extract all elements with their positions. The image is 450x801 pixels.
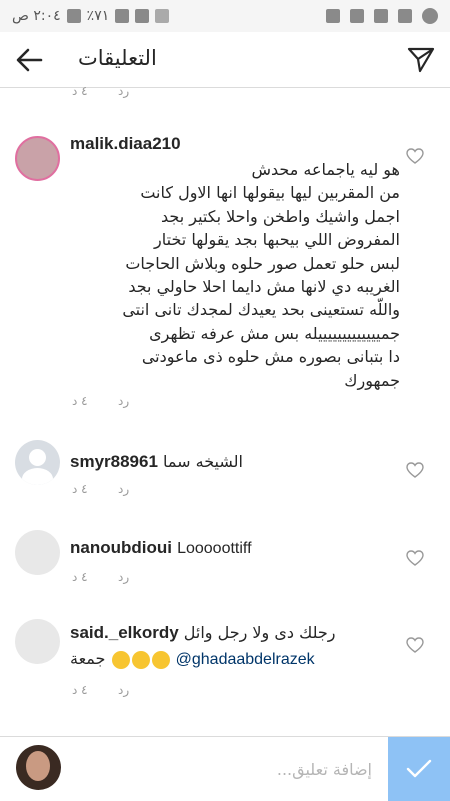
comment-line: المفروض اللي بيحبها بجد يقولها تختار [154, 230, 400, 250]
comment-line: هو ليه ياجماعه محدش [251, 160, 400, 179]
post-button[interactable] [388, 737, 450, 801]
comment-line: اجمل واشيك واطخن واحلا بكتير بجد [161, 206, 400, 226]
flipboard-icon [350, 9, 364, 23]
mute-icon [155, 9, 170, 23]
reply-link[interactable]: رد [118, 84, 129, 98]
direct-send-icon[interactable] [406, 44, 436, 74]
status-time: ٢:٠٤ ص [12, 8, 61, 24]
time-label: ٤ د [72, 482, 88, 496]
check-icon [406, 759, 432, 778]
laughing-emoji-icon [111, 650, 130, 669]
comment-username[interactable]: nanoubdioui [70, 538, 172, 557]
page-title: التعليقات [78, 46, 157, 70]
comment-line: دا بتبانى بصوره مش حلوه ذى ماعودتى [141, 347, 400, 367]
time-label: ٤ د [72, 570, 88, 584]
comment-line: nanoubdioui Looooottiff [70, 538, 252, 558]
battery-level: ٪٧١ [86, 8, 110, 24]
status-left: ٢:٠٤ ص ٪٧١ [12, 8, 170, 24]
signal-icon [115, 9, 130, 23]
reply-link[interactable]: رد [118, 394, 129, 408]
comment-text: الشيخه سما [163, 452, 243, 471]
status-bar: ٢:٠٤ ص ٪٧١ [0, 0, 450, 32]
status-right [326, 8, 438, 24]
comment-input[interactable] [70, 745, 382, 793]
heart-icon[interactable] [406, 637, 424, 653]
comment-line: لبس حلو تعمل صور حلوه وبلاش الحاجات [125, 253, 400, 273]
mention-link[interactable]: @ghadaabdelrazek [176, 651, 315, 668]
reply-link[interactable]: رد [118, 570, 129, 584]
avatar[interactable] [15, 136, 60, 181]
data-icon [135, 9, 150, 23]
comment-text: Looooottiff [177, 540, 252, 557]
comment-tail: جمعة [70, 649, 106, 668]
gallery-icon [398, 9, 412, 23]
heart-icon[interactable] [406, 462, 424, 478]
comment-username[interactable]: said._elkordy [70, 623, 179, 642]
comment-line: الغريبه دي لانها مش دايما احلا حاولي بجد [128, 277, 400, 297]
comment-text: رجلك دى ولا رجل وائل [183, 623, 336, 642]
whatsapp-icon [422, 8, 438, 24]
image-icon [326, 9, 340, 23]
battery-icon [66, 9, 81, 23]
comment-composer [0, 736, 450, 801]
comment-username[interactable]: smyr88961 [70, 452, 158, 471]
comment-username[interactable]: malik.diaa210 [70, 134, 181, 154]
reply-link[interactable]: رد [118, 482, 129, 496]
heart-icon[interactable] [406, 148, 424, 164]
time-label: ٤ د [72, 683, 88, 697]
comment-line: جميييييييييييييله بس مش عرفه تظهرى [149, 323, 400, 343]
previous-comment-meta: ٤ د رد [0, 84, 450, 100]
comment-text: هو ليه ياجماعه محدش من المقربين ليها بيق… [70, 158, 400, 392]
avatar[interactable] [15, 619, 60, 664]
avatar [16, 745, 61, 790]
comment-line: said._elkordy رجلك دى ولا رجل وائل [70, 623, 335, 643]
reply-link[interactable]: رد [118, 683, 129, 697]
comment-line: واللّه تستعينى بحد يعيدك لمجدك تانى انتى [122, 300, 400, 320]
comment-line: smyr88961 الشيخه سما [70, 452, 280, 472]
comment-line: من المقربين ليها بيقولها انها الاول كانت [140, 183, 400, 203]
avatar[interactable] [15, 530, 60, 575]
time-label: ٤ د [72, 394, 88, 408]
heart-icon[interactable] [406, 550, 424, 566]
comments-header: التعليقات [0, 32, 450, 88]
comment-line: جمهورك [344, 370, 400, 390]
time-label: ٤ د [72, 84, 88, 98]
laughing-emoji-icon [151, 650, 170, 669]
facebook-icon [374, 9, 388, 23]
smiling-emoji-icon [131, 650, 150, 669]
avatar[interactable] [15, 440, 60, 485]
back-arrow-icon[interactable] [14, 46, 44, 74]
comment-line: جمعة @ghadaabdelrazek [70, 649, 315, 669]
